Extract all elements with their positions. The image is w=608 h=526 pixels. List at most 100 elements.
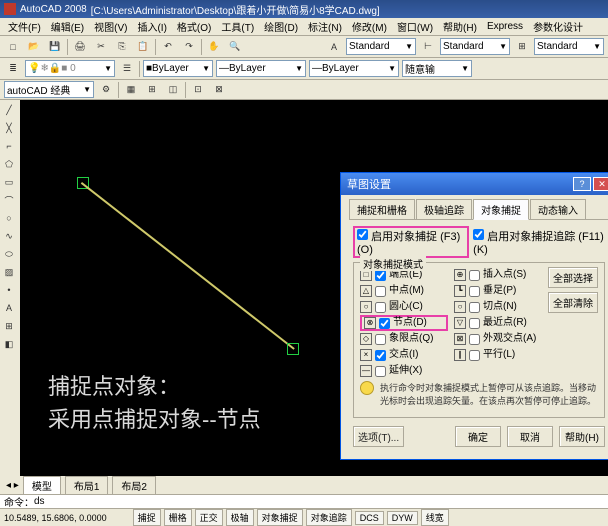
dialog-close-icon[interactable]: ✕ [593, 177, 608, 191]
line-icon[interactable]: ╱ [1, 102, 17, 118]
q5-icon[interactable]: ⊠ [210, 81, 228, 99]
drawing-canvas[interactable]: 捕捉点对象： 采用点捕捉对象--节点 跟着小8学CAD 草图设置 ? ✕ 捕捉和… [20, 100, 608, 476]
menu-modify[interactable]: 修改(M) [348, 18, 391, 35]
sb-dyw[interactable]: DYW [387, 511, 418, 525]
sb-polar[interactable]: 极轴 [226, 509, 254, 526]
sb-lwt[interactable]: 线宽 [421, 509, 449, 526]
tblstyle-combo[interactable]: Standard▼ [534, 38, 604, 55]
hatch-icon[interactable]: ▨ [1, 264, 17, 280]
ok-button[interactable]: 确定 [455, 426, 501, 447]
osnap-check[interactable] [375, 366, 386, 377]
xline-icon[interactable]: ╳ [1, 120, 17, 136]
menu-param[interactable]: 参数化设计 [529, 18, 587, 35]
menu-view[interactable]: 视图(V) [90, 18, 131, 35]
menu-edit[interactable]: 编辑(E) [47, 18, 88, 35]
osnap-check[interactable] [375, 334, 386, 345]
q2-icon[interactable]: ⊞ [143, 81, 161, 99]
new-icon[interactable]: □ [4, 38, 22, 56]
layer-combo[interactable]: 💡❄🔒■ 0▼ [25, 60, 115, 77]
ellipse-icon[interactable]: ⬭ [1, 246, 17, 262]
osnap-check[interactable] [469, 334, 480, 345]
save-icon[interactable]: 💾 [46, 38, 64, 56]
text-icon[interactable]: A [1, 300, 17, 316]
enable-osnap-check[interactable] [357, 229, 368, 240]
copy-icon[interactable]: ⎘ [113, 38, 131, 56]
menu-help[interactable]: 帮助(H) [439, 18, 481, 35]
dimstyle-combo[interactable]: Standard▼ [440, 38, 510, 55]
tab-snapgrid[interactable]: 捕捉和栅格 [349, 199, 415, 219]
command-line[interactable]: 命令： ds [0, 494, 608, 508]
menu-draw[interactable]: 绘图(D) [260, 18, 302, 35]
ltype-combo[interactable]: —ByLayer▼ [216, 60, 306, 77]
tab-layout2[interactable]: 布局2 [112, 476, 156, 494]
workspace-combo[interactable]: autoCAD 经典▼ [4, 81, 94, 98]
menu-dim[interactable]: 标注(N) [304, 18, 346, 35]
spline-icon[interactable]: ∿ [1, 228, 17, 244]
menu-file[interactable]: 文件(F) [4, 18, 45, 35]
ws-icon[interactable]: ⚙ [97, 81, 115, 99]
sb-snap[interactable]: 捕捉 [133, 509, 161, 526]
zoom-icon[interactable]: 🔍 [226, 38, 244, 56]
sb-grid[interactable]: 栅格 [164, 509, 192, 526]
paste-icon[interactable]: 📋 [134, 38, 152, 56]
menu-insert[interactable]: 插入(I) [133, 18, 170, 35]
point-icon[interactable]: • [1, 282, 17, 298]
poly-icon[interactable]: ⬠ [1, 156, 17, 172]
options-button[interactable]: 选项(T)... [353, 426, 404, 447]
clear-all-button[interactable]: 全部清除 [548, 292, 598, 313]
open-icon[interactable]: 📂 [25, 38, 43, 56]
color-combo[interactable]: ■ByLayer▼ [143, 60, 213, 77]
menu-window[interactable]: 窗口(W) [393, 18, 437, 35]
q4-icon[interactable]: ⊡ [189, 81, 207, 99]
textstyle-combo[interactable]: Standard▼ [346, 38, 416, 55]
pan-icon[interactable]: ✋ [205, 38, 223, 56]
lweight-combo[interactable]: —ByLayer▼ [309, 60, 399, 77]
tab-dyn[interactable]: 动态输入 [530, 199, 586, 219]
menu-format[interactable]: 格式(O) [173, 18, 215, 35]
rect-icon[interactable]: ▭ [1, 174, 17, 190]
tab-layout1[interactable]: 布局1 [65, 476, 109, 494]
dialog-help-icon[interactable]: ? [573, 177, 591, 191]
sb-osnap[interactable]: 对象捕捉 [257, 509, 303, 526]
select-all-button[interactable]: 全部选择 [548, 267, 598, 288]
menu-tools[interactable]: 工具(T) [217, 18, 258, 35]
q1-icon[interactable]: ▦ [122, 81, 140, 99]
sb-dcs[interactable]: DCS [355, 511, 384, 525]
enable-track-check[interactable] [473, 229, 484, 240]
print-icon[interactable]: 🖨 [71, 38, 89, 56]
help-button[interactable]: 帮助(H) [559, 426, 605, 447]
cut-icon[interactable]: ✂ [92, 38, 110, 56]
osnap-check[interactable] [469, 270, 480, 281]
tab-polar[interactable]: 极轴追踪 [416, 199, 472, 219]
osnap-check[interactable] [469, 350, 480, 361]
menu-express[interactable]: Express [483, 20, 527, 33]
q3-icon[interactable]: ◫ [164, 81, 182, 99]
dialog-titlebar[interactable]: 草图设置 ? ✕ [341, 173, 608, 195]
osnap-check[interactable] [469, 302, 480, 313]
sb-ortho[interactable]: 正交 [195, 509, 223, 526]
osnap-check[interactable] [375, 270, 386, 281]
tab-model[interactable]: 模型 [23, 476, 61, 494]
pline-icon[interactable]: ⌐ [1, 138, 17, 154]
circle-icon[interactable]: ○ [1, 210, 17, 226]
tblstyle-icon[interactable]: ⊞ [513, 38, 531, 56]
style-icon[interactable]: A [325, 38, 343, 56]
osnap-check[interactable] [375, 350, 386, 361]
osnap-check[interactable] [469, 318, 480, 329]
osnap-check[interactable] [469, 286, 480, 297]
arc-icon[interactable]: ⌒ [1, 192, 17, 208]
layerstate-icon[interactable]: ☰ [118, 60, 136, 78]
dimstyle-icon[interactable]: ⊢ [419, 38, 437, 56]
redo-icon[interactable]: ↷ [180, 38, 198, 56]
cancel-button[interactable]: 取消 [507, 426, 553, 447]
tab-osnap[interactable]: 对象捕捉 [473, 199, 529, 220]
osnap-check[interactable] [375, 286, 386, 297]
region-icon[interactable]: ◧ [1, 336, 17, 352]
table-icon[interactable]: ⊞ [1, 318, 17, 334]
misc-combo[interactable]: 随意输▼ [402, 60, 472, 77]
osnap-check[interactable] [379, 318, 390, 329]
undo-icon[interactable]: ↶ [159, 38, 177, 56]
layer-icon[interactable]: ≣ [4, 60, 22, 78]
sb-otrack[interactable]: 对象追踪 [306, 509, 352, 526]
osnap-check[interactable] [375, 302, 386, 313]
